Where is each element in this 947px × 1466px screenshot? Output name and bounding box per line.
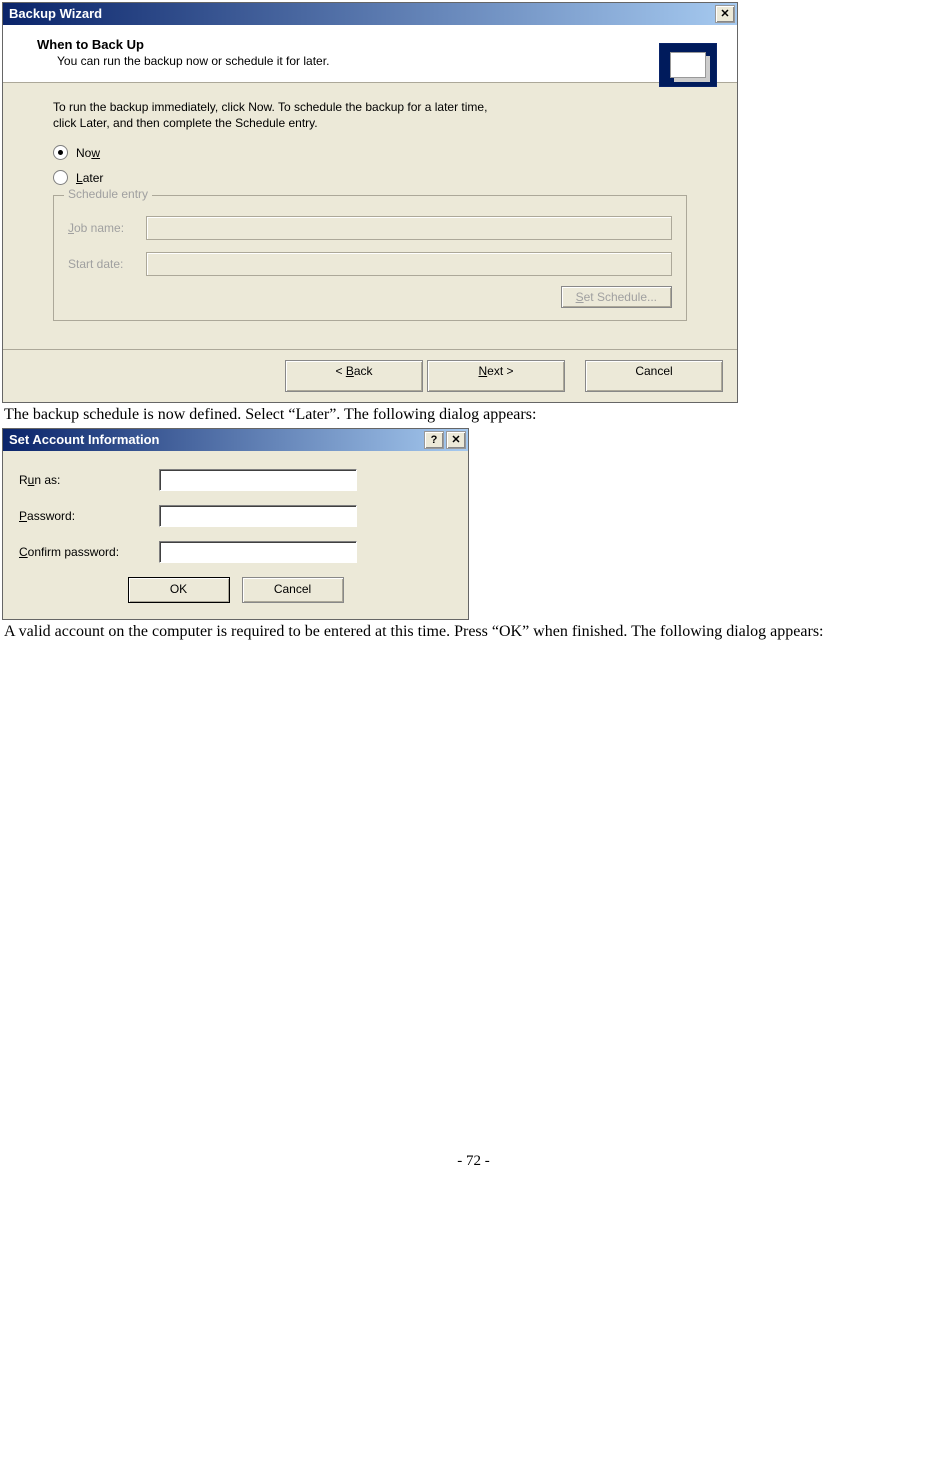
wizard-body: To run the backup immediately, click Now… bbox=[3, 83, 737, 349]
body-paragraph-2: A valid account on the computer is requi… bbox=[4, 622, 943, 643]
wizard-header: When to Back Up You can run the backup n… bbox=[3, 25, 737, 83]
next-button[interactable]: Next > bbox=[427, 360, 565, 392]
wizard-subtitle: You can run the backup now or schedule i… bbox=[57, 54, 717, 68]
cancel-button[interactable]: Cancel bbox=[585, 360, 723, 392]
titlebar: Backup Wizard ✕ bbox=[3, 3, 737, 25]
job-name-label: Job name: bbox=[68, 221, 140, 235]
wizard-title: When to Back Up bbox=[37, 37, 717, 52]
radio-later-indicator bbox=[53, 170, 68, 185]
schedule-entry-legend: Schedule entry bbox=[64, 187, 152, 201]
radio-now-indicator bbox=[53, 145, 68, 160]
start-date-input bbox=[146, 252, 672, 276]
confirm-row: Confirm password: bbox=[19, 541, 452, 563]
password-label: Password: bbox=[19, 509, 159, 523]
titlebar: Set Account Information ? ✕ bbox=[3, 429, 468, 451]
back-button[interactable]: < Back bbox=[285, 360, 423, 392]
run-as-input[interactable] bbox=[159, 469, 357, 491]
confirm-label: Confirm password: bbox=[19, 545, 159, 559]
radio-later[interactable]: Later bbox=[53, 170, 687, 185]
cancel-button[interactable]: Cancel bbox=[242, 577, 344, 603]
set-account-dialog: Set Account Information ? ✕ Run as: Pass… bbox=[2, 428, 469, 620]
job-name-row: Job name: bbox=[68, 216, 672, 240]
run-as-row: Run as: bbox=[19, 469, 452, 491]
instructions-text: To run the backup immediately, click Now… bbox=[53, 99, 493, 131]
close-icon[interactable]: ✕ bbox=[715, 5, 735, 23]
radio-now-label: Now bbox=[76, 146, 100, 160]
close-icon[interactable]: ✕ bbox=[446, 431, 466, 449]
password-row: Password: bbox=[19, 505, 452, 527]
start-date-label: Start date: bbox=[68, 257, 140, 271]
backup-icon bbox=[659, 43, 717, 87]
confirm-input[interactable] bbox=[159, 541, 357, 563]
ok-button[interactable]: OK bbox=[128, 577, 230, 603]
titlebar-text: Set Account Information bbox=[9, 429, 159, 451]
start-date-row: Start date: bbox=[68, 252, 672, 276]
radio-now[interactable]: Now bbox=[53, 145, 687, 160]
run-as-label: Run as: bbox=[19, 473, 159, 487]
wizard-footer: < Back Next > Cancel bbox=[3, 349, 737, 402]
body-paragraph-1: The backup schedule is now defined. Sele… bbox=[4, 405, 943, 426]
job-name-input bbox=[146, 216, 672, 240]
radio-later-label: Later bbox=[76, 171, 103, 185]
backup-wizard-dialog: Backup Wizard ✕ When to Back Up You can … bbox=[2, 2, 738, 403]
help-icon[interactable]: ? bbox=[424, 431, 444, 449]
password-input[interactable] bbox=[159, 505, 357, 527]
set-schedule-button: Set Schedule... bbox=[561, 286, 672, 308]
account-body: Run as: Password: Confirm password: OK C… bbox=[3, 451, 468, 619]
titlebar-text: Backup Wizard bbox=[9, 3, 102, 25]
page-number: - 72 - bbox=[0, 1153, 947, 1190]
schedule-entry-group: Schedule entry Job name: Start date: Set… bbox=[53, 195, 687, 321]
